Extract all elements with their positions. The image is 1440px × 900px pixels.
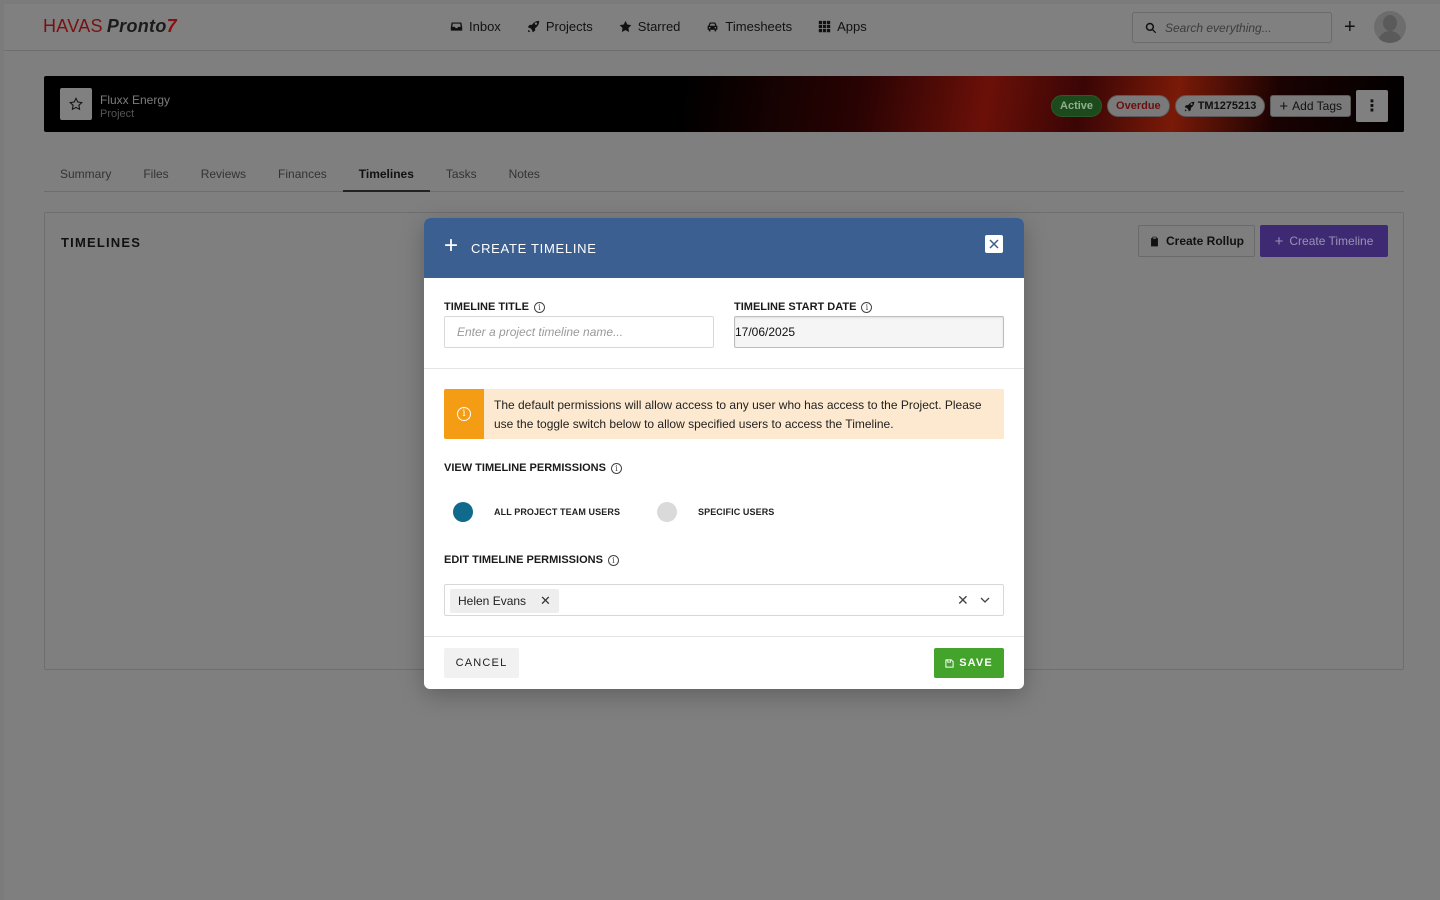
timeline-title-label-text: TIMELINE TITLE <box>444 301 529 313</box>
favorite-project-button[interactable] <box>60 88 92 120</box>
radio-all-project-team-users-label[interactable]: ALL PROJECT TEAM USERS <box>494 507 620 517</box>
tab-summary[interactable]: Summary <box>44 162 127 192</box>
radio-specific-users-label[interactable]: SPECIFIC USERS <box>698 507 774 517</box>
project-name: Fluxx Energy <box>100 93 171 107</box>
logo-mark: 7 <box>166 16 177 36</box>
create-rollup-button[interactable]: Create Rollup <box>1138 225 1255 257</box>
close-dialog-button[interactable] <box>985 235 1003 253</box>
tab-tasks[interactable]: Tasks <box>430 162 493 192</box>
radio-specific-users[interactable] <box>657 502 677 522</box>
tab-notes[interactable]: Notes <box>493 162 556 192</box>
view-permissions-label: VIEW TIMELINE PERMISSIONS i <box>444 462 622 474</box>
timeline-title-label: TIMELINE TITLE i <box>444 301 545 313</box>
remove-chip-icon[interactable]: ✕ <box>540 593 551 609</box>
edit-permissions-label: EDIT TIMELINE PERMISSIONS i <box>444 554 619 566</box>
star-outline-icon <box>69 97 83 111</box>
avatar-torso-shape <box>1378 31 1402 43</box>
logo-product: Pronto <box>106 16 167 36</box>
project-code-badge[interactable]: TM1275213 <box>1174 95 1266 117</box>
havas-pronto-logo[interactable]: HAVAS Pronto7 <box>43 16 177 37</box>
nav-starred[interactable]: Starred <box>619 19 681 34</box>
project-tabs: Summary Files Reviews Finances Timelines… <box>44 162 1404 192</box>
info-icon[interactable]: i <box>533 301 545 313</box>
view-permissions-label-text: VIEW TIMELINE PERMISSIONS <box>444 462 606 474</box>
plus-icon: + <box>1279 97 1289 115</box>
rocket-icon <box>527 20 539 33</box>
add-tags-label: Add Tags <box>1292 99 1342 113</box>
panel-title: TIMELINES <box>61 235 142 250</box>
user-chip: Helen Evans ✕ <box>450 589 559 613</box>
status-badge-active[interactable]: Active <box>1051 95 1103 117</box>
inbox-icon <box>450 22 463 31</box>
create-timeline-button[interactable]: + Create Timeline <box>1260 225 1388 257</box>
status-badge-overdue[interactable]: Overdue <box>1107 95 1170 117</box>
project-code: TM1275213 <box>1197 100 1257 112</box>
logo-text: HAVAS <box>43 16 103 36</box>
tab-reviews[interactable]: Reviews <box>185 162 262 192</box>
radio-all-project-team-users[interactable] <box>453 502 473 522</box>
nav-timesheets[interactable]: Timesheets <box>706 19 792 34</box>
nav-inbox-label: Inbox <box>469 19 501 34</box>
notice-icon-box: i <box>444 389 484 439</box>
project-type: Project <box>100 108 135 120</box>
grid-icon <box>818 20 831 33</box>
clear-selection-icon[interactable]: ✕ <box>957 592 969 609</box>
info-icon[interactable]: i <box>861 301 873 313</box>
dialog-footer: CANCEL SAVE <box>424 637 1024 689</box>
edit-permissions-label-text: EDIT TIMELINE PERMISSIONS <box>444 554 603 566</box>
user-chip-label: Helen Evans <box>458 594 527 608</box>
create-rollup-label: Create Rollup <box>1165 234 1244 248</box>
tab-files[interactable]: Files <box>127 162 184 192</box>
create-timeline-dialog: + CREATE TIMELINE TIMELINE TITLE i TIMEL… <box>424 218 1024 689</box>
save-icon <box>945 658 954 668</box>
project-badges: Active Overdue TM1275213 + Add Tags ⋮ <box>1051 90 1388 122</box>
cancel-button[interactable]: CANCEL <box>444 648 519 678</box>
notice-text: The default permissions will allow acces… <box>494 398 982 431</box>
dialog-title: CREATE TIMELINE <box>471 241 597 256</box>
chevron-down-icon[interactable] <box>980 595 990 605</box>
top-navigation: HAVAS Pronto7 Inbox Projects Starred Time… <box>4 4 1440 51</box>
tab-finances[interactable]: Finances <box>262 162 343 192</box>
avatar-head-shape <box>1383 15 1397 31</box>
project-banner: Fluxx Energy Project Active Overdue TM12… <box>44 76 1404 132</box>
global-add-button[interactable]: + <box>1344 16 1360 38</box>
info-icon[interactable]: i <box>607 554 619 566</box>
save-button[interactable]: SAVE <box>934 648 1004 678</box>
create-timeline-label: Create Timeline <box>1289 234 1374 248</box>
timeline-start-date-label: TIMELINE START DATE i <box>734 301 873 313</box>
nav-inbox[interactable]: Inbox <box>450 19 501 34</box>
section-divider <box>424 368 1024 369</box>
user-avatar[interactable] <box>1374 11 1406 43</box>
nav-apps-label: Apps <box>837 19 867 34</box>
nav-projects[interactable]: Projects <box>527 19 593 34</box>
permissions-notice: i The default permissions will allow acc… <box>444 389 1004 439</box>
rocket-icon <box>1184 101 1194 111</box>
info-icon[interactable]: i <box>610 462 622 474</box>
nav-timesheets-label: Timesheets <box>725 19 793 34</box>
search-input[interactable] <box>1165 20 1315 35</box>
star-icon <box>619 20 632 33</box>
timeline-start-date-label-text: TIMELINE START DATE <box>734 301 857 313</box>
save-label: SAVE <box>959 657 993 669</box>
close-icon <box>989 239 999 249</box>
dialog-header: + CREATE TIMELINE <box>424 218 1024 278</box>
tab-timelines[interactable]: Timelines <box>342 162 430 192</box>
info-icon: i <box>457 407 471 421</box>
project-more-button[interactable]: ⋮ <box>1356 90 1388 122</box>
timeline-start-date-input[interactable] <box>734 316 1004 348</box>
search-icon <box>1145 22 1157 33</box>
main-nav: Inbox Projects Starred Timesheets Apps <box>450 19 867 34</box>
timeline-title-input[interactable] <box>444 316 714 348</box>
nav-apps[interactable]: Apps <box>818 19 867 34</box>
plus-icon: + <box>444 232 459 259</box>
global-search[interactable] <box>1132 12 1332 43</box>
edit-permissions-select[interactable]: Helen Evans ✕ ✕ <box>444 584 1004 616</box>
nav-projects-label: Projects <box>545 19 593 34</box>
nav-starred-label: Starred <box>637 19 681 34</box>
add-tags-button[interactable]: + Add Tags <box>1270 95 1351 117</box>
clipboard-icon <box>1151 236 1158 246</box>
car-icon <box>708 22 718 32</box>
plus-icon: + <box>1274 232 1284 250</box>
